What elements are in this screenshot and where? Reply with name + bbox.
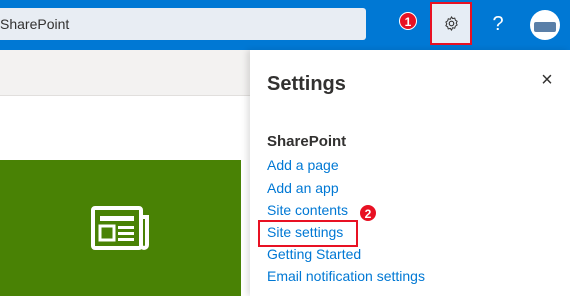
news-tile[interactable] <box>0 160 241 296</box>
avatar[interactable] <box>530 10 560 40</box>
suite-header: SharePoint 1 ? <box>0 0 570 50</box>
link-site-contents[interactable]: Site contents <box>267 202 348 218</box>
callout-badge-2: 2 <box>359 204 377 222</box>
close-icon[interactable]: × <box>537 70 557 90</box>
panel-title: Settings <box>267 73 346 95</box>
page-command-bar <box>0 50 250 96</box>
news-icon <box>91 206 149 250</box>
link-email-notification-settings[interactable]: Email notification settings <box>267 268 425 284</box>
gear-icon <box>445 16 458 31</box>
settings-panel: Settings × SharePoint Add a page Add an … <box>250 50 570 296</box>
search-box[interactable]: SharePoint <box>0 8 366 40</box>
link-getting-started[interactable]: Getting Started <box>267 246 361 262</box>
link-add-an-app[interactable]: Add an app <box>267 180 339 196</box>
help-button[interactable]: ? <box>486 12 510 36</box>
settings-gear-button[interactable] <box>430 2 472 45</box>
search-input[interactable]: SharePoint <box>0 16 69 32</box>
callout-badge-1: 1 <box>399 12 417 30</box>
link-add-a-page[interactable]: Add a page <box>267 157 339 173</box>
section-title-sharepoint: SharePoint <box>267 133 347 150</box>
site-settings-highlight <box>258 220 358 247</box>
